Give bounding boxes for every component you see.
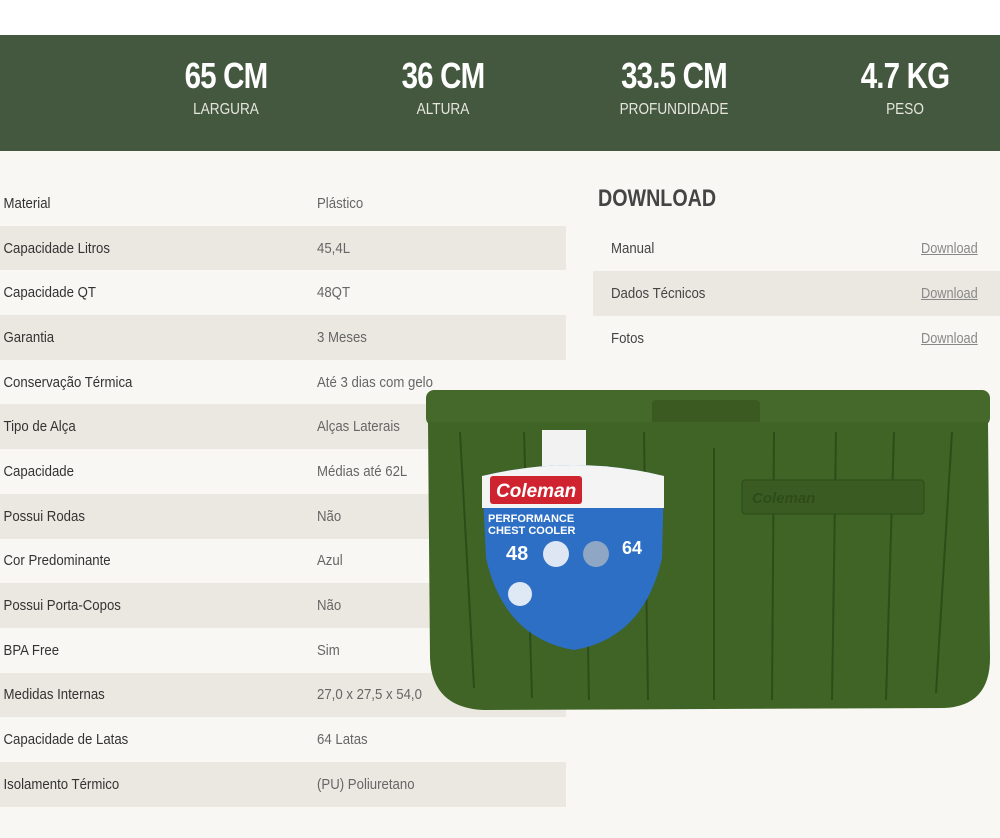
stat-width: 65 CM LARGURA: [126, 55, 326, 119]
coleman-logo: Coleman: [496, 481, 576, 502]
spec-value: Médias até 62L: [317, 462, 408, 480]
spec-row: Isolamento Térmico (PU) Poliuretano: [0, 761, 566, 807]
spec-key: Capacidade de Latas: [3, 731, 129, 749]
spec-value: 48QT: [317, 284, 351, 302]
spec-key: Tipo de Alça: [3, 418, 76, 436]
spec-value: Não: [317, 507, 342, 525]
download-name: Manual: [611, 240, 655, 257]
stat-depth: 33.5 CM PROFUNDIDADE: [574, 55, 774, 119]
spec-value: 64 Latas: [317, 731, 368, 749]
spec-value: 27,0 x 27,5 x 54,0: [317, 686, 422, 704]
top-spacer: [0, 0, 1000, 35]
spec-value: Até 3 dias com gelo: [317, 373, 433, 391]
download-title: DOWNLOAD: [598, 185, 717, 212]
spec-key: Isolamento Térmico: [3, 775, 120, 793]
spec-key: Possui Rodas: [3, 507, 85, 525]
label-line1: PERFORMANCE: [488, 513, 574, 525]
stat-weight: 4.7 KG PESO: [805, 55, 1000, 119]
spec-key: Capacidade: [3, 462, 74, 480]
cooler-embossed-logo: Coleman: [752, 490, 815, 507]
stat-label: LARGURA: [193, 101, 259, 118]
download-link[interactable]: Download: [921, 240, 978, 257]
spec-key: BPA Free: [3, 641, 60, 659]
spec-row: Material Plástico: [0, 181, 566, 226]
spec-key: Medidas Internas: [3, 686, 105, 704]
dimensions-band: 65 CM LARGURA 36 CM ALTURA 33.5 CM PROFUNDI…: [0, 35, 1000, 151]
stat-value: 4.7 KG: [860, 55, 950, 96]
spec-value: Azul: [317, 552, 343, 570]
spec-value: Alças Laterais: [317, 418, 400, 436]
spec-row: Capacidade de Latas 64 Latas: [0, 717, 566, 762]
spec-key: Cor Predominante: [3, 552, 111, 570]
stat-label: ALTURA: [416, 101, 470, 118]
spec-row: Garantia 3 Meses: [0, 315, 566, 360]
download-name: Fotos: [611, 330, 645, 347]
spec-key: Possui Porta-Copos: [3, 597, 121, 615]
download-section: DOWNLOAD Manual Download Dados Técnicos Do…: [593, 181, 1000, 361]
spec-row: Capacidade QT 48QT: [0, 270, 566, 315]
stat-value: 36 CM: [401, 55, 486, 96]
download-link[interactable]: Download: [921, 330, 978, 347]
download-row-manual: Manual Download: [593, 226, 1000, 271]
spec-value: Não: [317, 597, 342, 615]
spec-key: Material: [3, 194, 51, 212]
download-row-fotos: Fotos Download: [593, 316, 1000, 361]
spec-value: Sim: [317, 641, 340, 659]
stat-height: 36 CM ALTURA: [343, 55, 543, 119]
spec-key: Garantia: [3, 328, 55, 346]
spec-row: Capacidade Litros 45,4L: [0, 225, 566, 271]
label-cans: 64: [622, 538, 642, 558]
stat-label: PESO: [886, 101, 924, 118]
spec-key: Capacidade Litros: [3, 239, 110, 257]
label-line2: CHEST COOLER: [488, 525, 575, 537]
spec-value: (PU) Poliuretano: [317, 775, 415, 793]
cooler-product-image: Coleman Coleman PERFORMANCE CHEST COOLER…: [426, 390, 990, 710]
download-link[interactable]: Download: [921, 285, 978, 302]
stat-value: 65 CM: [184, 55, 269, 96]
stat-label: PROFUNDIDADE: [619, 101, 729, 118]
stat-value: 33.5 CM: [621, 55, 728, 96]
spec-value: Plástico: [317, 194, 364, 212]
download-row-dados: Dados Técnicos Download: [593, 271, 1000, 316]
spec-key: Conservação Térmica: [3, 373, 133, 391]
label-quart: 48: [506, 543, 528, 565]
download-name: Dados Técnicos: [611, 285, 706, 302]
spec-value: 3 Meses: [317, 328, 367, 346]
spec-key: Capacidade QT: [3, 284, 96, 302]
spec-value: 45,4L: [317, 239, 351, 257]
